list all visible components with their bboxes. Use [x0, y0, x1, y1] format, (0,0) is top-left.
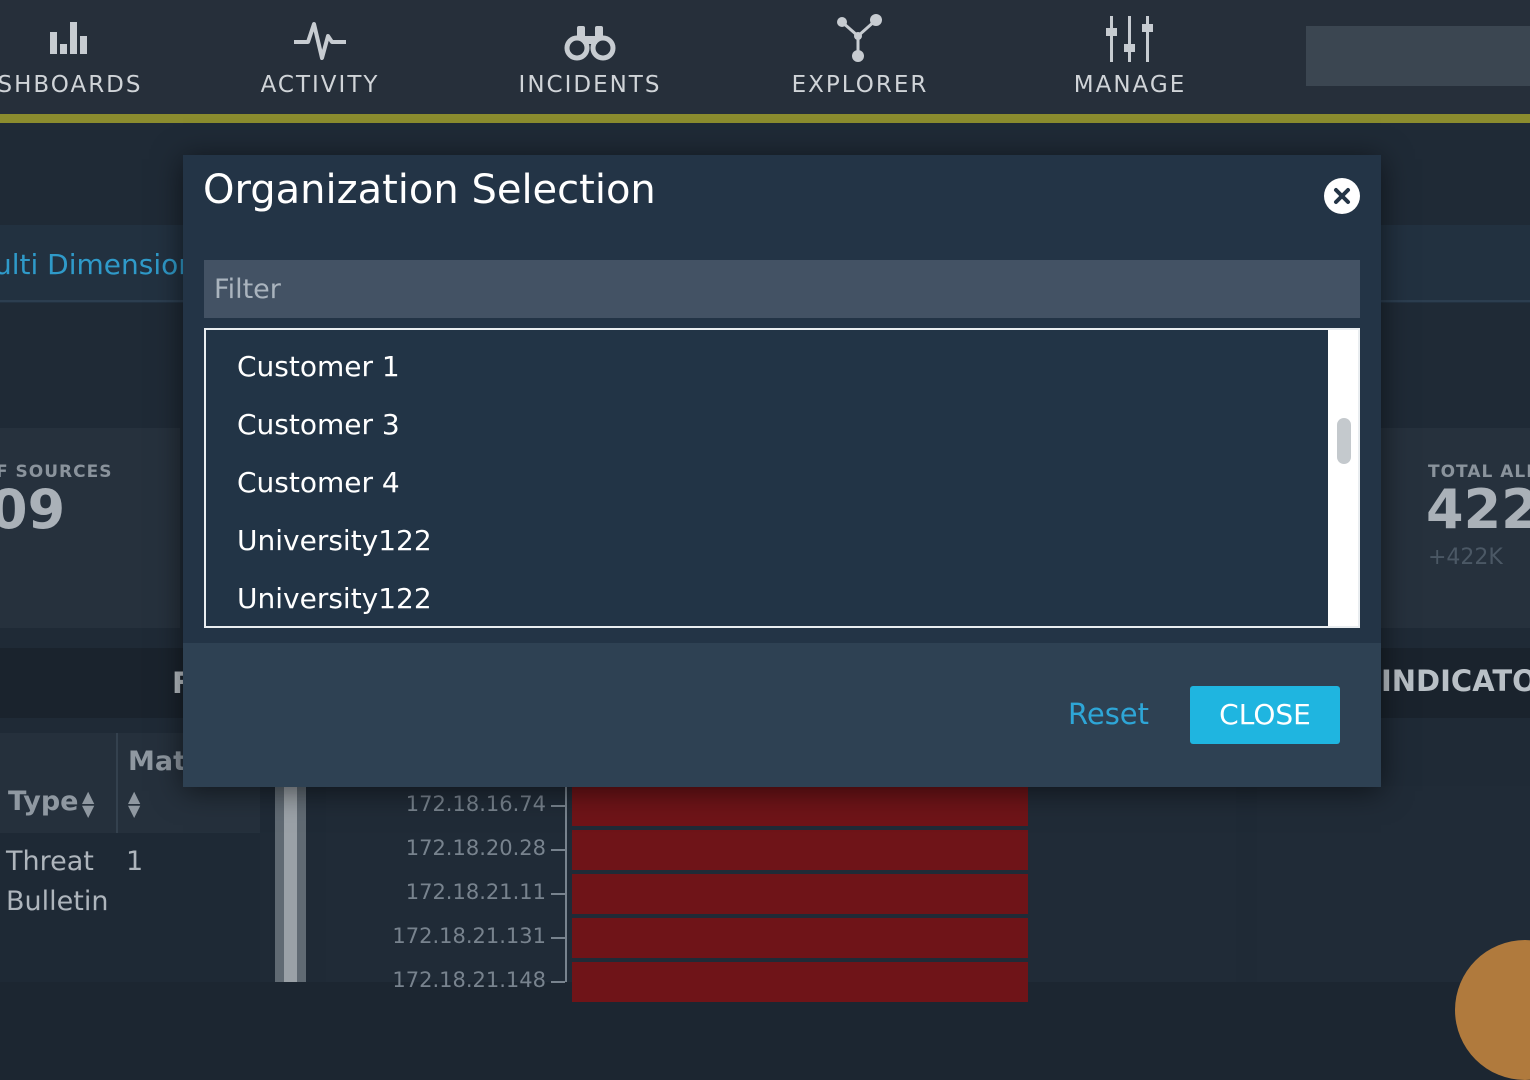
tab-multi-dimension[interactable]: ulti Dimension — [0, 248, 196, 281]
close-button[interactable]: CLOSE — [1190, 686, 1340, 744]
list-item-organization[interactable]: Customer 1 — [237, 350, 400, 383]
list-item-organization[interactable]: Customer 3 — [237, 408, 400, 441]
list-item-organization[interactable]: Customer 4 — [237, 466, 400, 499]
list-item-organization[interactable]: University122 — [237, 524, 432, 557]
bar-label: 172.18.21.11 — [405, 880, 546, 904]
bar-label: 172.18.16.74 — [405, 792, 546, 816]
bar-chart-icon — [0, 14, 190, 64]
table-header-mat[interactable]: Mat — [128, 746, 186, 777]
nav-item-activity[interactable]: ACTIVITY — [200, 0, 440, 114]
organization-selection-modal: Organization Selection Customer 1 Custom… — [183, 155, 1381, 787]
binoculars-icon — [470, 14, 710, 64]
table-cell-type-line2: Bulletin — [6, 886, 109, 917]
pulse-icon — [200, 14, 440, 64]
nav-label-manage: MANAGE — [1073, 72, 1187, 98]
bar-label: 172.18.20.28 — [405, 836, 546, 860]
organization-list: Customer 1 Customer 3 Customer 4 Univers… — [204, 328, 1360, 628]
table-cell-value: 1 — [126, 846, 144, 877]
nav-item-manage[interactable]: MANAGE — [1010, 0, 1250, 114]
panel-scrollbar-thumb[interactable] — [284, 786, 297, 982]
nav-item-explorer[interactable]: EXPLORER — [740, 0, 980, 114]
nav-accent-line — [0, 114, 1530, 123]
nav-item-incidents[interactable]: INCIDENTS — [470, 0, 710, 114]
network-icon — [740, 14, 980, 64]
bar[interactable] — [572, 786, 1028, 826]
global-search-box[interactable] — [1306, 26, 1530, 86]
bar-tick — [551, 937, 565, 939]
bar-label: 172.18.21.131 — [392, 924, 546, 948]
sliders-icon — [1010, 14, 1250, 64]
sort-icon-type[interactable]: ▲ ▼ — [82, 789, 94, 819]
bar[interactable] — [572, 874, 1028, 914]
table-header-type[interactable]: Type — [8, 786, 78, 817]
stat-value-sources: 09 — [0, 478, 66, 541]
bar-tick — [551, 981, 565, 983]
close-icon[interactable] — [1324, 178, 1360, 214]
reset-button[interactable]: Reset — [1068, 697, 1149, 731]
stat-sub-alerts: +422K — [1428, 545, 1503, 570]
sort-icon-mat[interactable]: ▲ ▼ — [128, 789, 140, 819]
list-scrollbar-track[interactable] — [1328, 330, 1358, 626]
table-column-divider — [116, 733, 118, 833]
bar-label: 172.18.21.148 — [392, 968, 546, 992]
bar-tick — [551, 805, 565, 807]
filter-input[interactable] — [204, 260, 1360, 318]
bar[interactable] — [572, 918, 1028, 958]
chart-y-axis — [565, 786, 567, 982]
list-scrollbar-thumb[interactable] — [1337, 418, 1351, 464]
section-title-indicators: INDICATOR — [1381, 664, 1530, 698]
nav-label-activity: ACTIVITY — [260, 72, 380, 98]
nav-label-incidents: INCIDENTS — [518, 72, 662, 98]
nav-item-dashboards[interactable]: SHBOARDS — [0, 0, 190, 114]
modal-footer: Reset CLOSE — [183, 643, 1381, 787]
stat-value-alerts: 422 — [1426, 478, 1530, 541]
list-item-organization[interactable]: University122 — [237, 582, 432, 615]
bar[interactable] — [572, 830, 1028, 870]
nav-label-dashboards: SHBOARDS — [0, 72, 143, 98]
top-navigation: SHBOARDS ACTIVITY INCIDENTS EXPLORER MAN… — [0, 0, 1530, 116]
bar-tick — [551, 893, 565, 895]
table-cell-type-line1: Threat — [6, 846, 94, 877]
bar-tick — [551, 849, 565, 851]
nav-label-explorer: EXPLORER — [791, 72, 929, 98]
section-bar-left — [0, 648, 183, 718]
modal-title: Organization Selection — [203, 167, 656, 213]
bar[interactable] — [572, 962, 1028, 1002]
